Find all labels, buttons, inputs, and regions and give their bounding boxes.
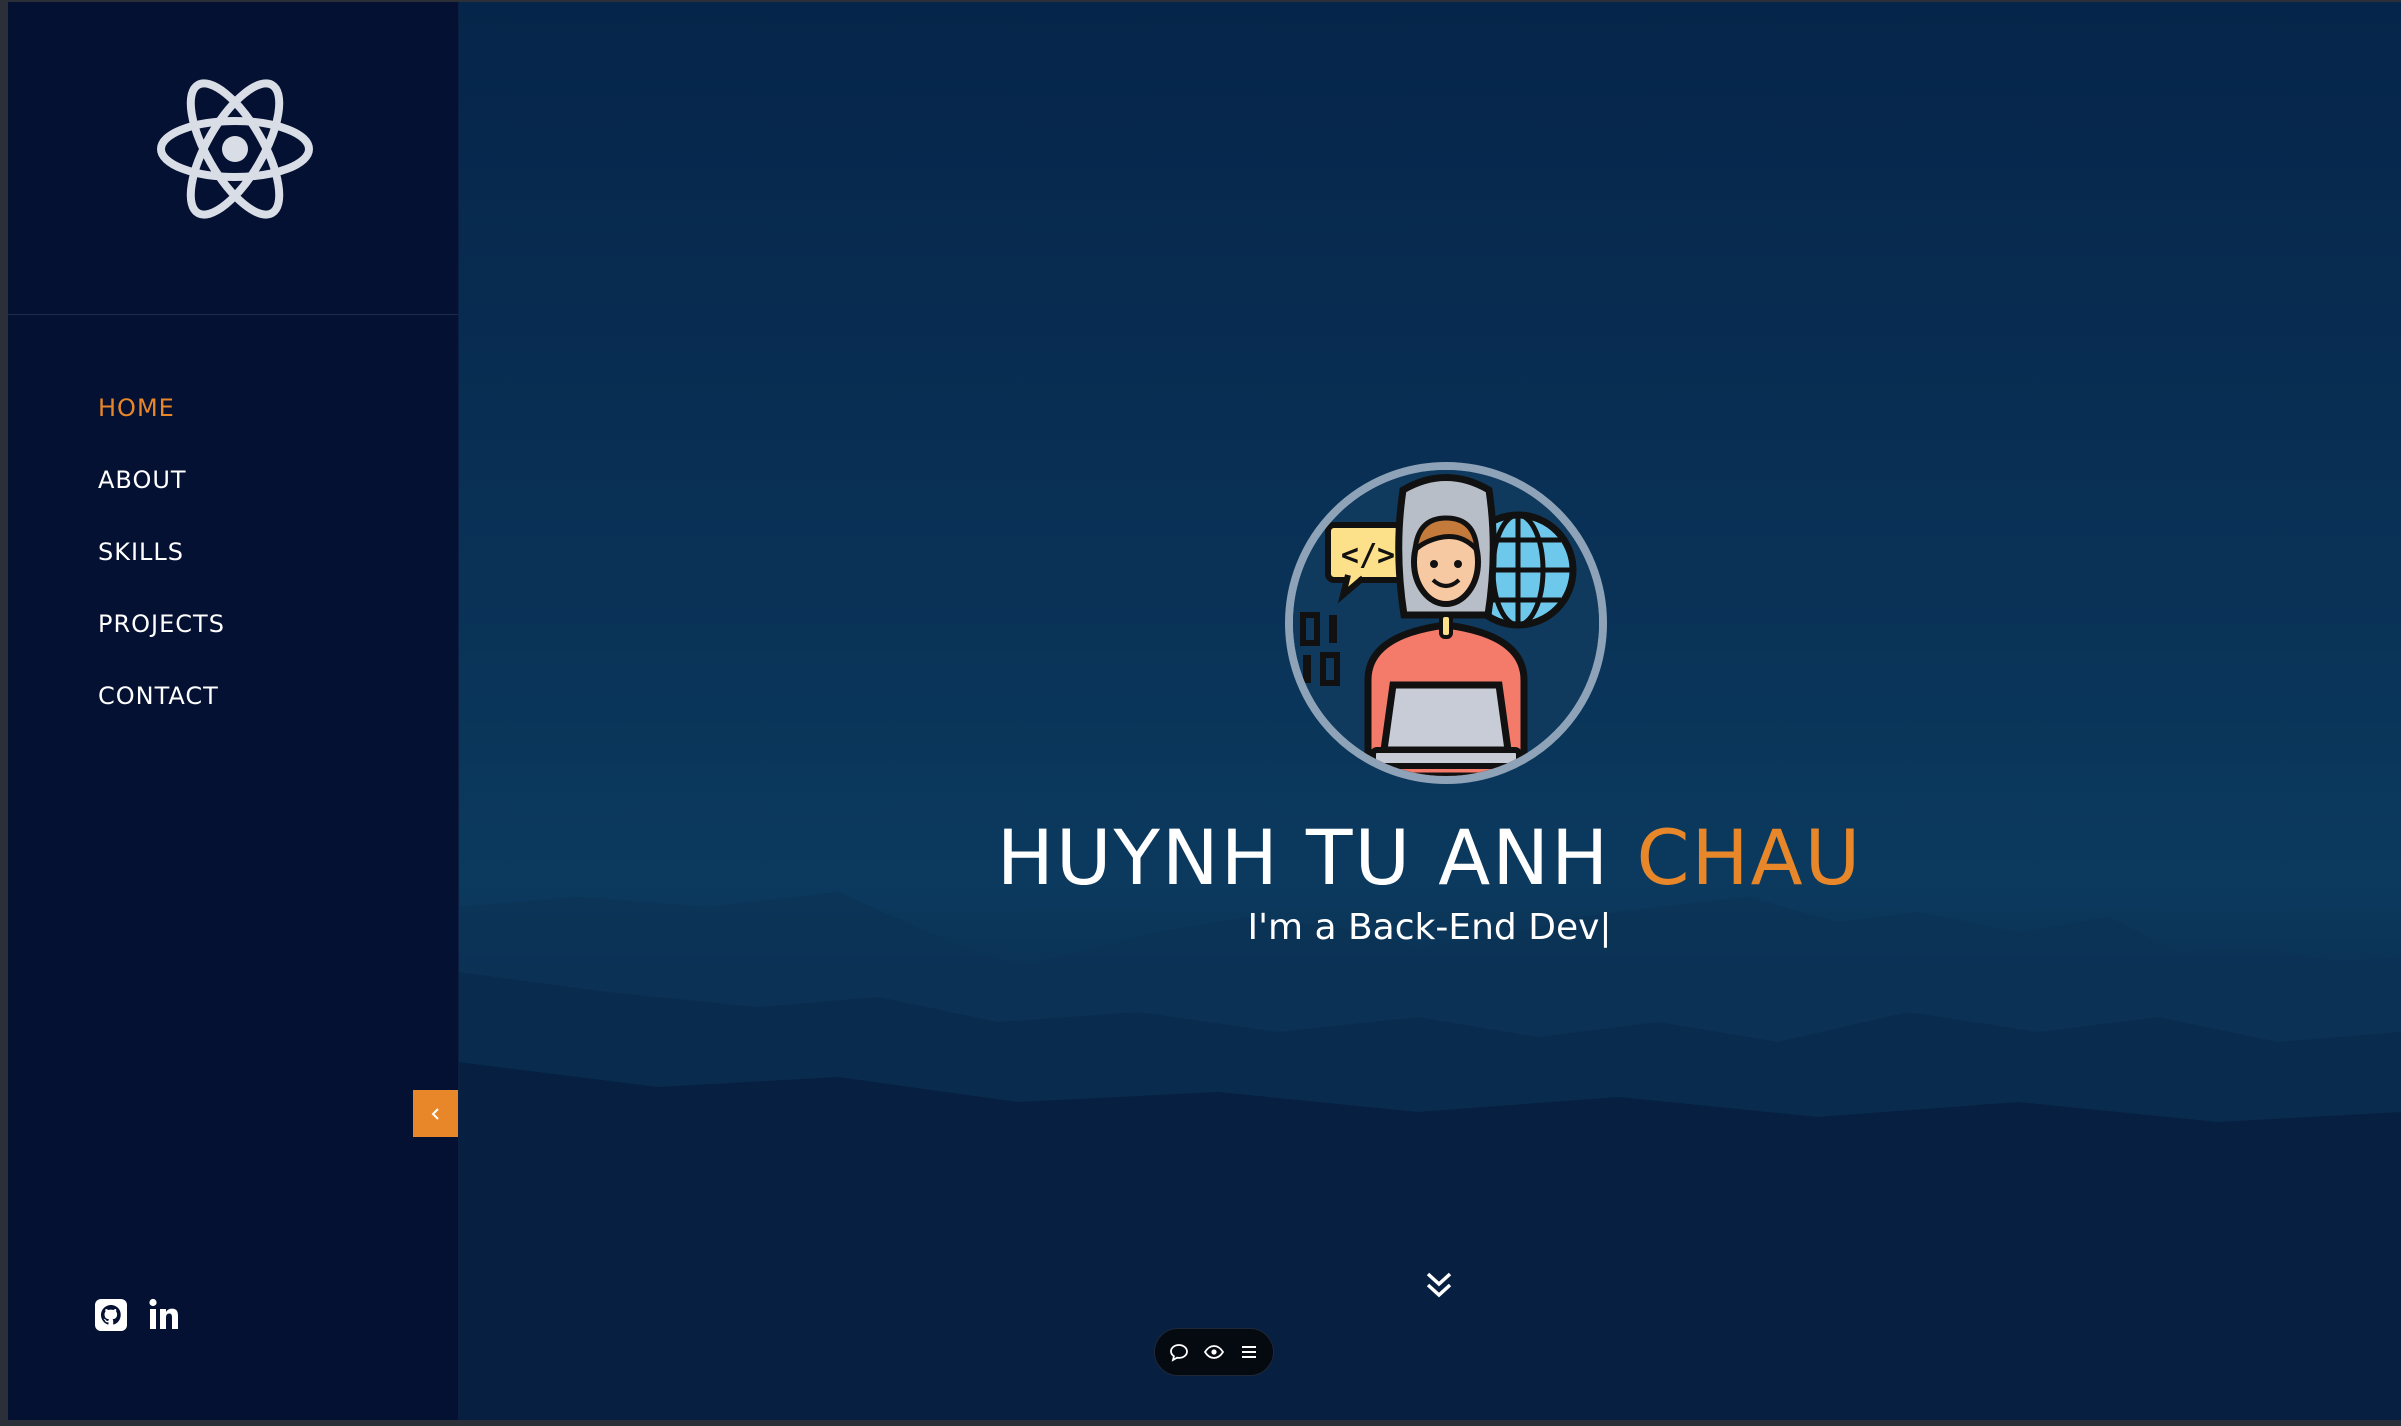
nav-item-home[interactable]: HOME [98,390,225,462]
floating-toolbar [1154,1328,1274,1376]
sidebar-collapse-button[interactable] [413,1090,458,1137]
menu-icon[interactable] [1238,1341,1260,1363]
hero-name-last: CHAU [1636,813,1863,902]
sidebar: HOME ABOUT SKILLS PROJECTS CONTACT [8,2,459,1420]
eye-icon[interactable] [1203,1341,1225,1363]
hero-subtitle: I'm a Back-End Dev| [1247,907,1612,948]
nav-item-skills[interactable]: SKILLS [98,534,225,606]
hero-name-first: HUYNH TU ANH [996,813,1611,902]
nav-item-projects[interactable]: PROJECTS [98,606,225,678]
hero-section: </> HUYNH TU ANH CHAU I'm a Back-End Dev… [458,2,2401,1420]
app-window: HOME ABOUT SKILLS PROJECTS CONTACT </> H… [8,2,2401,1420]
linkedin-icon[interactable] [147,1297,183,1333]
main-nav: HOME ABOUT SKILLS PROJECTS CONTACT [98,390,225,750]
react-atom-icon[interactable] [155,74,315,224]
nav-item-contact[interactable]: CONTACT [98,678,225,750]
comment-icon[interactable] [1168,1341,1190,1363]
hero-name: HUYNH TU ANH CHAU [458,810,2401,906]
developer-avatar-icon: </> [1293,470,1599,776]
double-chevron-down-icon[interactable] [1421,1268,1457,1304]
nav-item-about[interactable]: ABOUT [98,462,225,534]
social-links [93,1297,183,1333]
chevron-left-icon [431,1107,439,1120]
svg-text:</>: </> [1341,538,1395,573]
github-icon[interactable] [93,1297,129,1333]
logo-area [8,2,458,315]
avatar: </> [1285,462,1607,784]
